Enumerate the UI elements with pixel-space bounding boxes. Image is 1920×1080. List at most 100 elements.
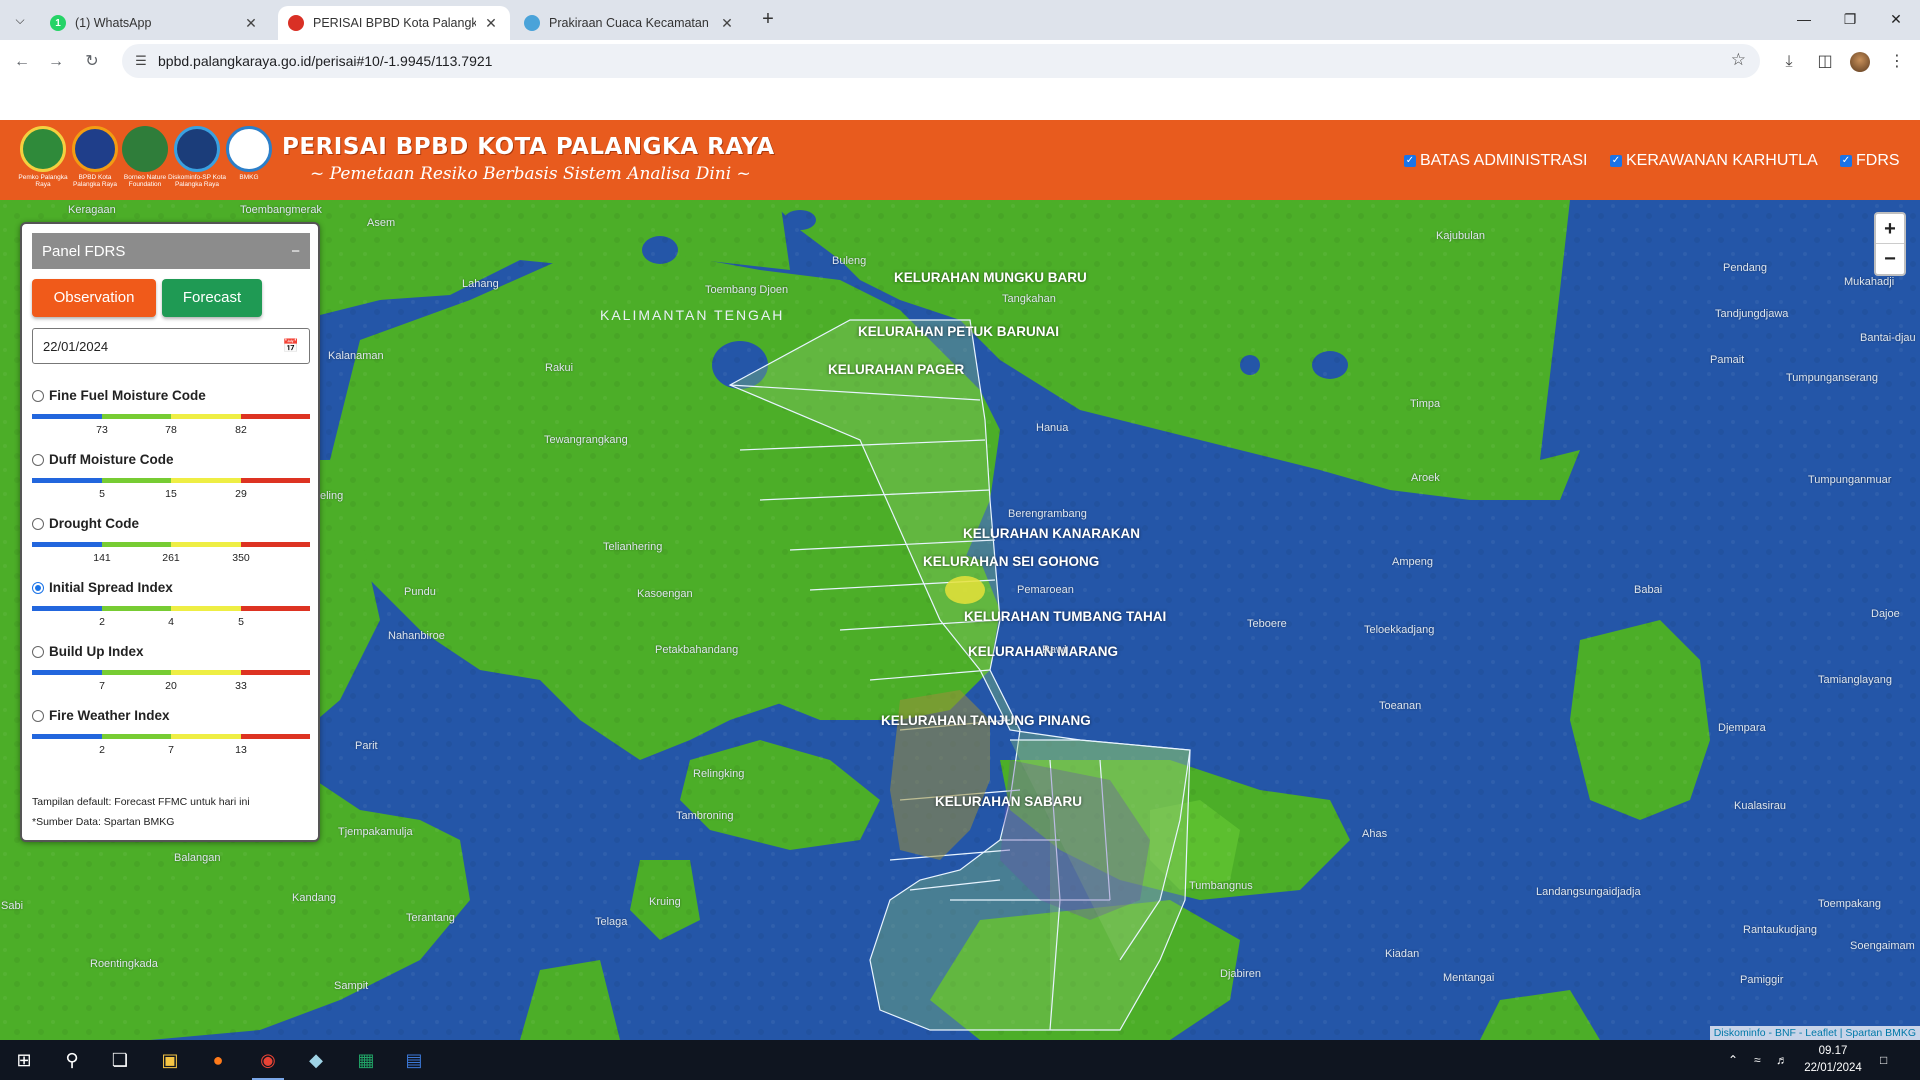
- close-tab-icon[interactable]: ✕: [242, 15, 260, 32]
- word-icon[interactable]: ▤: [390, 1040, 438, 1080]
- index-label: Duff Moisture Code: [49, 452, 174, 467]
- toggle-kerawanan-karhutla[interactable]: ✓ KERAWANAN KARHUTLA: [1610, 152, 1818, 170]
- radio-icon[interactable]: [32, 645, 44, 658]
- scale-tick: 350: [232, 552, 250, 564]
- calendar-icon[interactable]: 📅: [283, 338, 299, 354]
- place-label: Mentangai: [1443, 972, 1495, 984]
- bmkg-logo: [226, 126, 272, 172]
- profile-avatar[interactable]: [1850, 52, 1870, 72]
- kelurahan-label[interactable]: KELURAHAN PETUK BARUNAI: [858, 324, 1059, 339]
- index-option[interactable]: Fire Weather Index 2 7 13: [32, 708, 312, 756]
- index-label: Fine Fuel Moisture Code: [49, 388, 206, 403]
- zoom-out-button[interactable]: −: [1876, 244, 1904, 274]
- radio-selected-icon[interactable]: [32, 581, 44, 594]
- radio-icon[interactable]: [32, 453, 44, 466]
- task-view-icon[interactable]: ❏: [96, 1040, 144, 1080]
- clock-date: 22/01/2024: [1804, 1062, 1862, 1074]
- region-label: KALIMANTAN TENGAH: [600, 307, 785, 323]
- kelurahan-label[interactable]: KELURAHAN TUMBANG TAHAI: [964, 609, 1166, 624]
- tab-search-button[interactable]: ⌵: [8, 9, 32, 31]
- forward-icon[interactable]: →: [42, 48, 70, 76]
- observation-button[interactable]: Observation: [32, 279, 156, 317]
- kelurahan-label[interactable]: KELURAHAN KANARAKAN: [963, 526, 1140, 541]
- site-info-icon[interactable]: ☰: [132, 52, 150, 70]
- volume-icon[interactable]: ♬: [1776, 1040, 1788, 1080]
- radio-icon[interactable]: [32, 389, 44, 402]
- kelurahan-label[interactable]: KELURAHAN TANJUNG PINANG: [881, 713, 1091, 728]
- radio-icon[interactable]: [32, 517, 44, 530]
- kelurahan-label[interactable]: KELURAHAN MUNGKU BARU: [894, 270, 1087, 285]
- place-label: Mukahadji: [1844, 276, 1895, 288]
- close-tab-icon[interactable]: ✕: [718, 15, 736, 32]
- address-bar[interactable]: ☰ bpbd.palangkaraya.go.id/perisai#10/-1.…: [122, 44, 1760, 78]
- tray-chevron-icon[interactable]: ⌃: [1728, 1040, 1738, 1080]
- map-attribution[interactable]: Diskominfo - BNF - Leaflet | Spartan BMK…: [1709, 1026, 1920, 1040]
- place-label: Toembangmerak: [240, 204, 322, 216]
- scale-tick: 13: [235, 744, 247, 756]
- side-panel-icon[interactable]: ◫: [1814, 51, 1836, 73]
- place-label: Berengrambang: [1008, 508, 1087, 520]
- app-icon[interactable]: ◆: [292, 1040, 340, 1080]
- bookmark-star-icon[interactable]: ☆: [1731, 50, 1746, 70]
- kelurahan-label[interactable]: KELURAHAN SEI GOHONG: [923, 554, 1099, 569]
- collapse-icon[interactable]: −: [291, 243, 300, 260]
- close-tab-icon[interactable]: ✕: [482, 15, 500, 32]
- scale-tick: 82: [235, 424, 247, 436]
- logo-caption: BMKG: [239, 174, 259, 181]
- place-label: Babai: [1634, 584, 1663, 596]
- network-icon[interactable]: ≈: [1754, 1040, 1761, 1080]
- back-icon[interactable]: ←: [8, 48, 36, 76]
- minimize-icon[interactable]: —: [1782, 6, 1826, 32]
- index-label: Initial Spread Index: [49, 580, 173, 595]
- whatsapp-icon: 1: [50, 15, 66, 31]
- excel-icon[interactable]: ▦: [342, 1040, 390, 1080]
- scale-tick: 20: [165, 680, 177, 692]
- toggle-label: FDRS: [1856, 152, 1900, 169]
- place-label: Tangkahan: [1002, 293, 1056, 305]
- clock-time: 09.17: [1818, 1045, 1848, 1057]
- close-window-icon[interactable]: ✕: [1874, 6, 1918, 32]
- restore-icon[interactable]: ❐: [1828, 6, 1872, 32]
- toggle-batas-administrasi[interactable]: ✓ BATAS ADMINISTRASI: [1404, 152, 1587, 170]
- index-option[interactable]: Duff Moisture Code 5 15 29: [32, 452, 312, 500]
- place-label: Kualasirau: [1734, 800, 1786, 812]
- scale-tick: 5: [99, 488, 105, 500]
- windows-start-icon[interactable]: ⊞: [0, 1040, 48, 1080]
- index-option[interactable]: Build Up Index 7 20 33: [32, 644, 312, 692]
- place-label: Teboere: [1247, 618, 1287, 630]
- search-icon[interactable]: ⚲: [48, 1040, 96, 1080]
- panel-header[interactable]: Panel FDRS −: [32, 233, 310, 269]
- index-option[interactable]: Fine Fuel Moisture Code 73 78 82: [32, 388, 312, 436]
- zoom-in-button[interactable]: +: [1876, 214, 1904, 244]
- index-option[interactable]: Drought Code 141 261 350: [32, 516, 312, 564]
- notification-icon[interactable]: □: [1880, 1040, 1887, 1080]
- kelurahan-label[interactable]: KELURAHAN PAGER: [828, 362, 964, 377]
- menu-dots-icon[interactable]: ⋮: [1886, 51, 1908, 73]
- tab-perisai[interactable]: PERISAI BPBD Kota Palangka Ra ✕: [278, 6, 510, 40]
- radio-icon[interactable]: [32, 709, 44, 722]
- download-icon[interactable]: ⤓: [1778, 51, 1800, 73]
- place-label: Ahas: [1362, 828, 1388, 840]
- chrome-icon[interactable]: ◉: [244, 1040, 292, 1080]
- file-explorer-icon[interactable]: ▣: [146, 1040, 194, 1080]
- place-label: Hanua: [1036, 422, 1069, 434]
- place-label: Pamiggir: [1740, 974, 1784, 986]
- scale-tick: 33: [235, 680, 247, 692]
- place-label: Rantaukudjang: [1743, 924, 1818, 936]
- place-label: Nahanbiroe: [388, 630, 445, 642]
- system-clock[interactable]: 09.17 22/01/2024: [1798, 1043, 1868, 1077]
- scale-tick: 5: [238, 616, 244, 628]
- place-label: Rakui: [545, 362, 574, 374]
- kelurahan-label[interactable]: KELURAHAN SABARU: [935, 794, 1082, 809]
- index-option[interactable]: Initial Spread Index 2 4 5: [32, 580, 312, 628]
- new-tab-button[interactable]: +: [756, 9, 780, 31]
- firefox-icon[interactable]: ●: [194, 1040, 242, 1080]
- forecast-button[interactable]: Forecast: [162, 279, 262, 317]
- tab-bmkg[interactable]: Prakiraan Cuaca Kecamatan Pal ✕: [514, 6, 746, 40]
- toggle-fdrs[interactable]: ✓ FDRS: [1840, 152, 1900, 170]
- tab-whatsapp[interactable]: 1 (1) WhatsApp ✕: [40, 6, 270, 40]
- place-label: Lahang: [462, 278, 499, 290]
- date-input[interactable]: 22/01/2024 📅: [32, 328, 310, 364]
- browser-tab-strip: ⌵ 1 (1) WhatsApp ✕ PERISAI BPBD Kota Pal…: [0, 0, 1920, 40]
- reload-icon[interactable]: ↻: [78, 48, 106, 76]
